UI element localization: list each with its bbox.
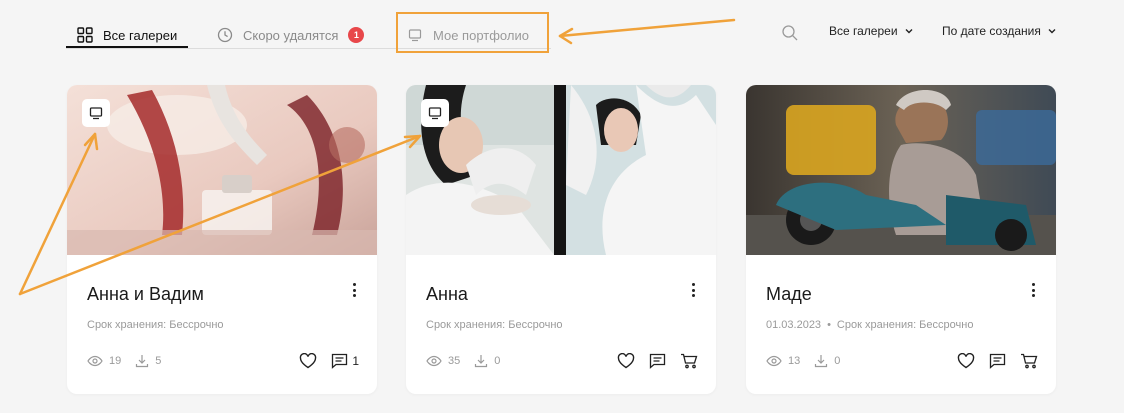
gallery-meta: Срок хранения: Бессрочно: [87, 319, 224, 331]
gallery-meta: 01.03.2023 • Срок хранения: Бессрочно: [766, 319, 973, 331]
heart-icon[interactable]: [957, 353, 975, 369]
card-actions: [943, 353, 1038, 369]
comments-count: 1: [352, 354, 359, 368]
more-options-icon[interactable]: [688, 282, 698, 298]
gallery-card[interactable]: Анна Срок хранения: Бессрочно 35 0: [406, 85, 716, 394]
tab-label: Все галереи: [103, 27, 178, 43]
downloads-stat: 5: [135, 354, 161, 368]
gallery-title[interactable]: Анна и Вадим: [87, 284, 204, 305]
storage-period: Срок хранения: Бессрочно: [836, 319, 974, 331]
card-actions: 1: [285, 353, 359, 369]
portfolio-monitor-icon: [421, 99, 449, 127]
sort-label: По дате создания: [942, 24, 1041, 38]
heart-icon[interactable]: [299, 353, 317, 369]
chevron-down-icon: [904, 26, 914, 36]
more-options-icon[interactable]: [349, 282, 359, 298]
grid-icon: [76, 26, 94, 44]
tab-all-galleries[interactable]: Все галереи: [76, 22, 177, 48]
eye-icon: [87, 355, 103, 367]
notification-badge: 1: [348, 27, 365, 43]
heart-icon[interactable]: [617, 353, 635, 369]
gallery-stats: 13 0: [766, 354, 854, 368]
clock-icon: [216, 26, 234, 44]
cart-icon[interactable]: [680, 353, 698, 369]
views-stat: 35: [426, 355, 460, 367]
portfolio-monitor-icon: [82, 99, 110, 127]
gallery-cover-image[interactable]: [406, 85, 716, 255]
download-icon: [475, 355, 488, 368]
download-icon: [815, 355, 828, 368]
gallery-title[interactable]: Маде: [766, 284, 812, 305]
gallery-stats: 35 0: [426, 354, 514, 368]
download-icon: [136, 355, 149, 368]
views-stat: 19: [87, 355, 121, 367]
sort-dropdown[interactable]: По дате создания: [942, 24, 1057, 38]
cart-icon[interactable]: [1020, 353, 1038, 369]
gallery-stats: 19 5: [87, 354, 175, 368]
storage-period: Срок хранения: Бессрочно: [426, 319, 563, 331]
gallery-card[interactable]: Анна и Вадим Срок хранения: Бессрочно 19…: [67, 85, 377, 394]
eye-icon: [426, 355, 442, 367]
gallery-title[interactable]: Анна: [426, 284, 468, 305]
filter-label: Все галереи: [829, 24, 898, 38]
active-tab-indicator: [66, 46, 188, 48]
annotation-highlight: [396, 12, 549, 53]
tab-label: Скоро удалятся: [243, 27, 339, 43]
gallery-cover-image[interactable]: [746, 85, 1056, 255]
meta-separator: •: [827, 319, 831, 331]
views-stat: 13: [766, 355, 800, 367]
card-actions: [603, 353, 698, 369]
downloads-stat: 0: [814, 354, 840, 368]
gallery-date: 01.03.2023: [766, 319, 822, 331]
search-icon[interactable]: [781, 24, 799, 42]
chevron-down-icon: [1047, 26, 1057, 36]
more-options-icon[interactable]: [1028, 282, 1038, 298]
top-navigation: Все галереи Скоро удалятся 1 Мое портфол…: [0, 0, 1124, 64]
comment-icon: [332, 353, 348, 369]
gallery-card[interactable]: Маде 01.03.2023 • Срок хранения: Бессроч…: [746, 85, 1056, 394]
downloads-stat: 0: [474, 354, 500, 368]
storage-period: Срок хранения: Бессрочно: [87, 319, 224, 331]
comments-button[interactable]: 1: [331, 353, 359, 369]
galleries-filter-dropdown[interactable]: Все галереи: [829, 24, 914, 38]
gallery-cover-image[interactable]: [67, 85, 377, 255]
eye-icon: [766, 355, 782, 367]
tab-expiring-soon[interactable]: Скоро удалятся 1: [216, 22, 365, 48]
gallery-meta: Срок хранения: Бессрочно: [426, 319, 563, 331]
comment-icon[interactable]: [989, 353, 1006, 369]
comment-icon[interactable]: [649, 353, 666, 369]
